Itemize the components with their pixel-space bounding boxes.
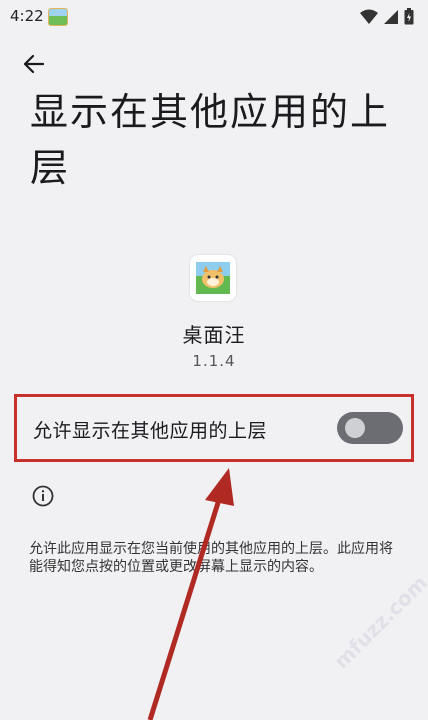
- annotation-arrow: [147, 468, 234, 720]
